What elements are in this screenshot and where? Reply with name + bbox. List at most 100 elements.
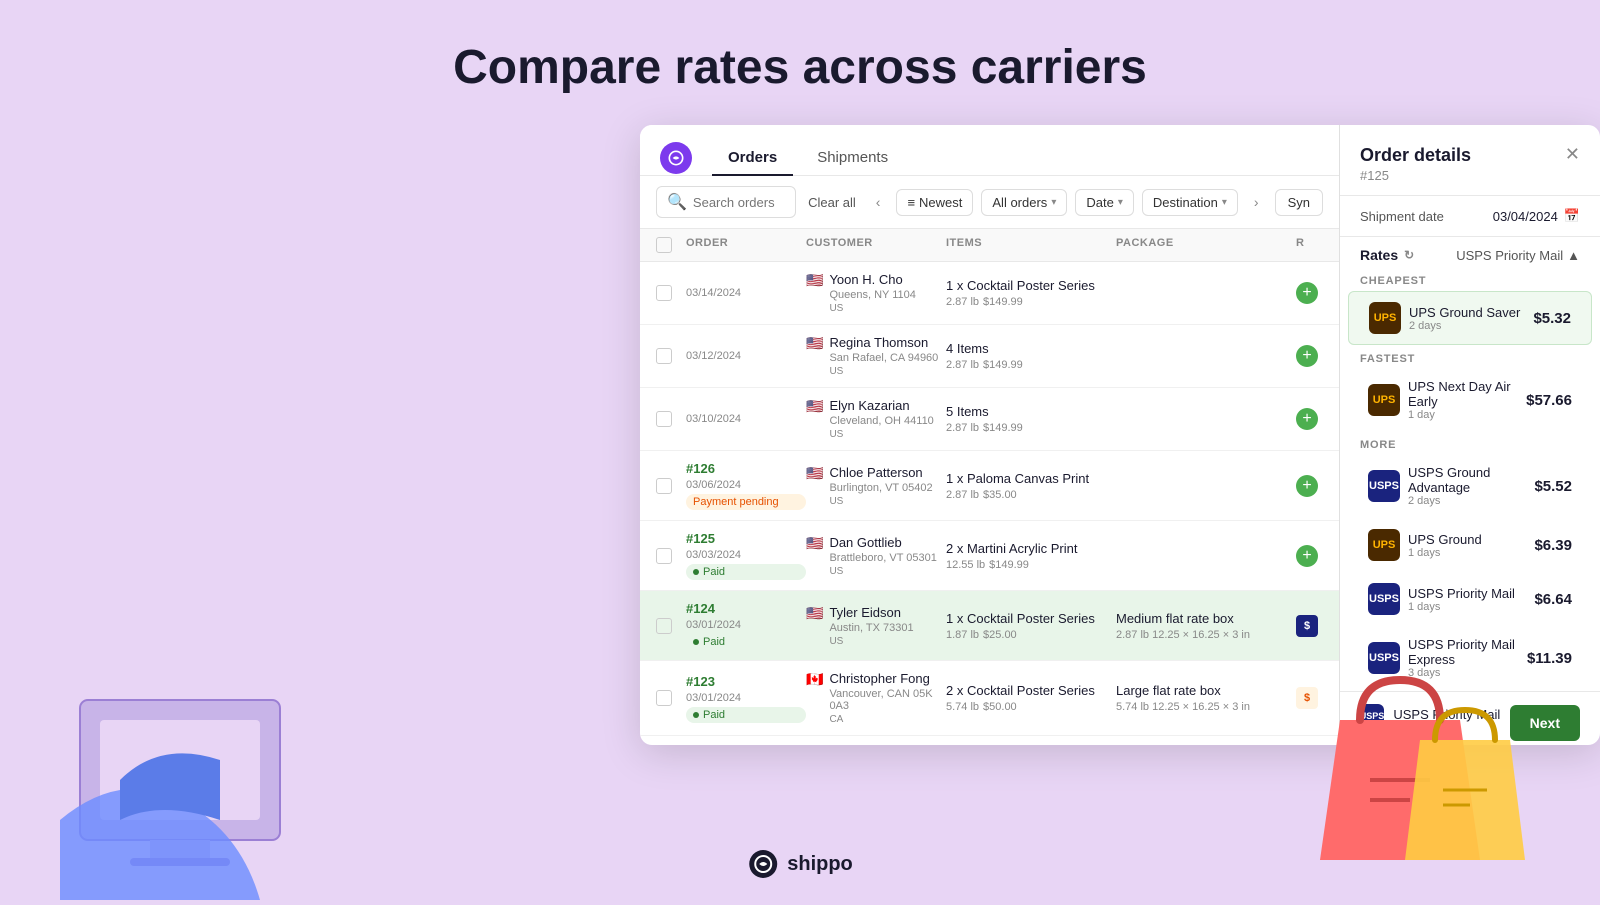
search-box[interactable]: 🔍 — [656, 186, 796, 218]
customer-col-header: CUSTOMER — [806, 237, 946, 253]
table-row[interactable]: #122 02/24/2024 Shipped 🇺🇸 Adhi Zhaksyba… — [640, 736, 1339, 745]
calendar-icon[interactable]: 📅 — [1564, 208, 1580, 224]
customer-location: Burlington, VT 05402 — [829, 482, 932, 494]
row-checkbox[interactable] — [656, 478, 672, 494]
flag-icon: 🇺🇸 — [806, 335, 823, 352]
tab-shipments[interactable]: Shipments — [801, 141, 904, 176]
customer-location: Brattleboro, VT 05301 — [829, 552, 936, 564]
ups-logo: UPS — [1368, 384, 1400, 416]
add-package-button[interactable]: + — [1296, 282, 1318, 304]
ups-logo: UPS — [1368, 529, 1400, 561]
items-meta: 5.74 lb $50.00 — [946, 701, 1116, 713]
filter-destination-button[interactable]: Destination ▾ — [1142, 189, 1238, 216]
filter-date-button[interactable]: Date ▾ — [1075, 189, 1134, 216]
tab-orders[interactable]: Orders — [712, 141, 793, 176]
row-checkbox[interactable] — [656, 348, 672, 364]
order-number: #124 — [686, 601, 806, 616]
decoration-right — [1260, 640, 1540, 900]
items-info: 2 x Martini Acrylic Print 12.55 lb $149.… — [946, 541, 1116, 571]
table-row[interactable]: 03/14/2024 🇺🇸 Yoon H. Cho Queens, NY 110… — [640, 262, 1339, 325]
items-name: 2 x Martini Acrylic Print — [946, 541, 1116, 556]
table-header: ORDER CUSTOMER ITEMS PACKAGE R — [640, 229, 1339, 262]
orders-panel: Orders Shipments 🔍 Clear all ‹ ≡ Newest … — [640, 125, 1340, 745]
decoration-left — [60, 620, 380, 900]
items-name: 1 x Cocktail Poster Series — [946, 611, 1116, 626]
add-package-button[interactable]: + — [1296, 408, 1318, 430]
order-number: #123 — [686, 674, 806, 689]
add-package-button[interactable]: + — [1296, 345, 1318, 367]
add-package-button[interactable]: + — [1296, 475, 1318, 497]
customer-info: 🇺🇸 Tyler Eidson Austin, TX 73301 US — [806, 605, 946, 647]
search-input[interactable] — [693, 195, 785, 210]
sort-newest-button[interactable]: ≡ Newest — [896, 189, 973, 216]
carrier-name: USPS Ground Advantage — [1408, 465, 1534, 495]
table-row[interactable]: #126 03/06/2024 Payment pending 🇺🇸 Chloe… — [640, 451, 1339, 521]
table-row[interactable]: #123 03/01/2024 Paid 🇨🇦 Christopher Fong… — [640, 661, 1339, 736]
flag-icon: 🇺🇸 — [806, 605, 823, 622]
row-checkbox[interactable] — [656, 618, 672, 634]
next-arrow[interactable]: › — [1246, 190, 1267, 214]
refresh-icon[interactable]: ↻ — [1404, 248, 1414, 262]
toolbar: 🔍 Clear all ‹ ≡ Newest All orders ▾ Date… — [640, 176, 1339, 229]
table-row[interactable]: #125 03/03/2024 Paid 🇺🇸 Dan Gottlieb Bra… — [640, 521, 1339, 591]
rates-label: Rates — [1360, 247, 1398, 263]
package-dims: 2.87 lb 12.25 × 16.25 × 3 in — [1116, 629, 1296, 641]
country-code: US — [829, 566, 936, 577]
rate-row-usps-priority[interactable]: USPS USPS Priority Mail 1 days $6.64 — [1348, 573, 1592, 625]
items-meta: 2.87 lb $35.00 — [946, 489, 1116, 501]
order-date: 03/14/2024 — [686, 287, 806, 299]
rate-badge: $ — [1296, 615, 1318, 637]
items-name: 4 Items — [946, 341, 1116, 356]
customer-location: Vancouver, CAN 05K 0A3 — [829, 688, 946, 712]
order-info: 03/14/2024 — [686, 287, 806, 299]
usps-logo: USPS — [1368, 583, 1400, 615]
carrier-days: 1 day — [1408, 409, 1526, 421]
order-date: 03/03/2024 — [686, 549, 806, 561]
customer-name: Regina Thomson — [829, 335, 938, 350]
order-col-header: ORDER — [686, 237, 806, 253]
carrier-days: 2 days — [1408, 495, 1534, 507]
customer-info: 🇺🇸 Yoon H. Cho Queens, NY 1104 US — [806, 272, 946, 314]
order-number: #126 — [686, 461, 806, 476]
customer-location: Austin, TX 73301 — [829, 622, 913, 634]
customer-info: 🇺🇸 Chloe Patterson Burlington, VT 05402 … — [806, 465, 946, 507]
sync-button[interactable]: Syn — [1275, 189, 1323, 216]
chevron-down-icon: ▾ — [1222, 197, 1227, 208]
flag-icon: 🇺🇸 — [806, 465, 823, 482]
row-checkbox[interactable] — [656, 285, 672, 301]
rate-row-ups-ground-saver[interactable]: UPS UPS Ground Saver 2 days $5.32 — [1348, 291, 1592, 345]
order-info: 03/10/2024 — [686, 413, 806, 425]
filter-all-orders-button[interactable]: All orders ▾ — [981, 189, 1067, 216]
row-checkbox[interactable] — [656, 690, 672, 706]
add-package-button[interactable]: + — [1296, 545, 1318, 567]
select-all-col — [656, 237, 686, 253]
rate-row-ups-next-day[interactable]: UPS UPS Next Day Air Early 1 day $57.66 — [1348, 369, 1592, 431]
country-code: US — [829, 303, 915, 314]
customer-name: Christopher Fong — [829, 671, 946, 686]
price-value: $5.32 — [1533, 310, 1571, 327]
status-badge: Paid — [686, 634, 806, 650]
customer-info: 🇺🇸 Regina Thomson San Rafael, CA 94960 U… — [806, 335, 946, 377]
carrier-name: USPS Priority Mail — [1408, 586, 1515, 601]
row-checkbox[interactable] — [656, 548, 672, 564]
row-checkbox[interactable] — [656, 411, 672, 427]
package-info: Medium flat rate box 2.87 lb 12.25 × 16.… — [1116, 611, 1296, 641]
carrier-days: 2 days — [1409, 320, 1520, 332]
rate-row-usps-ground-advantage[interactable]: USPS USPS Ground Advantage 2 days $5.52 — [1348, 455, 1592, 517]
chevron-up-icon[interactable]: ▲ — [1567, 248, 1580, 263]
rate-row-ups-ground[interactable]: UPS UPS Ground 1 days $6.39 — [1348, 519, 1592, 571]
customer-info: 🇺🇸 Dan Gottlieb Brattleboro, VT 05301 US — [806, 535, 946, 577]
clear-all-button[interactable]: Clear all — [804, 195, 860, 210]
customer-info: 🇺🇸 Elyn Kazarian Cleveland, OH 44110 US — [806, 398, 946, 440]
close-button[interactable]: ✕ — [1565, 145, 1580, 163]
country-code: US — [829, 366, 938, 377]
table-row[interactable]: 03/12/2024 🇺🇸 Regina Thomson San Rafael,… — [640, 325, 1339, 388]
table-row[interactable]: #124 03/01/2024 Paid 🇺🇸 Tyler Eidson Aus… — [640, 591, 1339, 661]
carrier-name: UPS Ground Saver — [1409, 305, 1520, 320]
prev-arrow[interactable]: ‹ — [868, 190, 889, 214]
selected-carrier-label: USPS Priority Mail — [1456, 248, 1563, 263]
select-all-checkbox[interactable] — [656, 237, 672, 253]
sort-icon: ≡ — [907, 195, 915, 210]
customer-name: Dan Gottlieb — [829, 535, 936, 550]
table-row[interactable]: 03/10/2024 🇺🇸 Elyn Kazarian Cleveland, O… — [640, 388, 1339, 451]
